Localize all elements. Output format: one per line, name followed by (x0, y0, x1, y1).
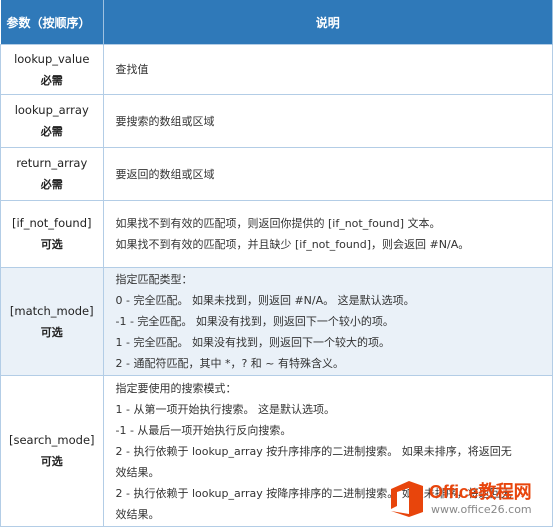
param-name: [match_mode] (9, 303, 94, 318)
office-logo-icon (391, 481, 423, 517)
param-required: 可选 (40, 238, 63, 251)
param-cell: [search_mode] 可选 (0, 375, 104, 527)
table-header-row: 参数（按顺序） 说明 (0, 0, 553, 45)
desc-line: 1 - 完全匹配。 如果没有找到，则返回下一个较大的项。 (115, 336, 390, 349)
desc-line: 2 - 执行依赖于 lookup_array 按升序排序的二进制搜索。 如果未排… (115, 444, 512, 458)
watermark: Office教程网 www.office26.com (389, 477, 549, 523)
desc-line: 如果找不到有效的匹配项，并且缺少 [if_not_found]，则会返回 #N/… (115, 238, 470, 251)
desc-line: 0 - 完全匹配。 如果未找到，则返回 #N/A。 这是默认选项。 (115, 294, 415, 307)
param-name: [if_not_found] (11, 216, 92, 230)
table-row: [match_mode] 可选 指定匹配类型： 0 - 完全匹配。 如果未找到，… (0, 267, 553, 376)
desc-line: 查找值 (115, 63, 149, 76)
param-cell: lookup_value 必需 (0, 44, 104, 95)
desc-line: 指定匹配类型： (115, 273, 193, 286)
table-row: lookup_value 必需 查找值 (0, 44, 553, 95)
header-param: 参数（按顺序） (0, 0, 104, 45)
desc-cell: 查找值 (102, 44, 553, 95)
table-row: return_array 必需 要返回的数组或区域 (0, 147, 553, 201)
desc-cell: 如果找不到有效的匹配项，则返回你提供的 [if_not_found] 文本。 如… (102, 200, 553, 268)
param-cell: [if_not_found] 可选 (0, 200, 104, 268)
param-name: lookup_array (14, 103, 89, 117)
param-required: 可选 (40, 455, 63, 468)
desc-line: 1 - 从第一项开始执行搜索。 这是默认选项。 (115, 402, 335, 416)
param-required: 必需 (40, 178, 63, 191)
watermark-brand: Office教程网 (429, 482, 532, 502)
table-row: [if_not_found] 可选 如果找不到有效的匹配项，则返回你提供的 [i… (0, 200, 553, 268)
watermark-site: www.office26.com (431, 503, 532, 516)
desc-line: 如果找不到有效的匹配项，则返回你提供的 [if_not_found] 文本。 (115, 217, 441, 230)
desc-line: 要返回的数组或区域 (115, 167, 215, 181)
param-required: 必需 (40, 125, 63, 138)
desc-line: -1 - 从最后一项开始执行反向搜索。 (115, 423, 292, 437)
param-cell: return_array 必需 (0, 147, 104, 201)
desc-cell: 要返回的数组或区域 (102, 147, 553, 201)
desc-line: 2 - 通配符匹配，其中 *，? 和 ~ 有特殊含义。 (115, 357, 345, 370)
param-name: lookup_value (14, 51, 90, 66)
param-name: return_array (16, 156, 88, 170)
desc-line: 指定要使用的搜索模式： (115, 381, 237, 395)
desc-cell: 指定匹配类型： 0 - 完全匹配。 如果未找到，则返回 #N/A。 这是默认选项… (102, 267, 553, 376)
header-description: 说明 (103, 0, 553, 45)
desc-line: -1 - 完全匹配。 如果没有找到，则返回下一个较小的项。 (115, 315, 394, 328)
table-row: lookup_array 必需 要搜索的数组或区域 (0, 94, 553, 148)
param-required: 可选 (40, 325, 63, 339)
param-cell: [match_mode] 可选 (0, 267, 104, 376)
param-cell: lookup_array 必需 (0, 94, 104, 148)
param-name: [search_mode] (8, 433, 95, 447)
desc-cell: 要搜索的数组或区域 (102, 94, 553, 148)
desc-line: 要搜索的数组或区域 (115, 114, 215, 128)
param-required: 必需 (40, 73, 63, 87)
parameter-table: 参数（按顺序） 说明 lookup_value 必需 查找值 lookup_ar… (0, 0, 553, 527)
